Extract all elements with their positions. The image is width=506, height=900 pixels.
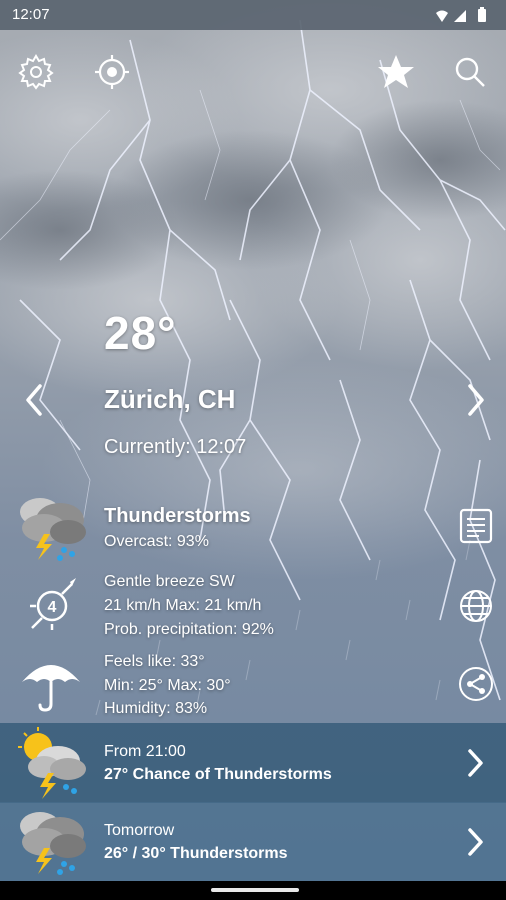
precipitation-probability: Prob. precipitation: 92%: [104, 621, 274, 638]
overcast-text: Overcast: 93%: [104, 533, 209, 550]
humidity: Humidity: 83%: [104, 700, 208, 717]
wind-description: Gentle breeze SW: [104, 573, 235, 590]
umbrella-icon: [22, 665, 80, 712]
feels-like: Feels like: 33°: [104, 653, 205, 670]
wind-speed: 21 km/h Max: 21 km/h: [104, 597, 262, 614]
home-gesture-handle[interactable]: [211, 888, 299, 892]
status-icons: [436, 7, 486, 22]
battery-icon: [478, 9, 486, 22]
condition-title: Thunderstorms: [104, 505, 251, 527]
status-time: 12:07: [12, 6, 50, 23]
forecast-row-tomorrow[interactable]: Tomorrow 26° / 30° Thunderstorms: [0, 802, 506, 882]
location-name[interactable]: Zürich, CH: [104, 384, 235, 415]
chevron-right-icon: [468, 749, 483, 777]
signal-icon: [454, 10, 466, 22]
report-icon[interactable]: [458, 508, 494, 544]
previous-location-arrow[interactable]: [20, 380, 50, 420]
current-temperature: 28°: [104, 307, 177, 359]
forecast-day-label: Tomorrow: [104, 822, 175, 839]
next-location-arrow[interactable]: [460, 380, 490, 420]
chevron-right-icon: [468, 828, 483, 856]
thunderstorm-icon: [20, 498, 86, 561]
current-time: Currently: 12:07: [104, 436, 247, 458]
search-icon[interactable]: [450, 52, 490, 92]
globe-icon[interactable]: [458, 588, 494, 624]
min-max-temperature: Min: 25° Max: 30°: [104, 677, 231, 694]
forecast-row-later-today[interactable]: From 21:00 27° Chance of Thunderstorms: [0, 723, 506, 803]
locate-icon[interactable]: [92, 52, 132, 92]
forecast-time-label: From 21:00: [104, 743, 186, 760]
gear-icon[interactable]: [16, 52, 56, 92]
status-bar: 12:07: [0, 0, 506, 30]
star-icon[interactable]: [376, 52, 416, 92]
sun-cloud-thunder-icon: [18, 727, 86, 799]
wifi-icon: [436, 10, 448, 22]
share-icon[interactable]: [458, 666, 494, 702]
wind-direction-icon: 4: [30, 578, 76, 630]
cloud-thunder-icon: [20, 812, 86, 875]
wind-beaufort-number: 4: [48, 599, 57, 616]
forecast-summary: 27° Chance of Thunderstorms: [104, 766, 332, 783]
forecast-summary: 26° / 30° Thunderstorms: [104, 845, 288, 862]
